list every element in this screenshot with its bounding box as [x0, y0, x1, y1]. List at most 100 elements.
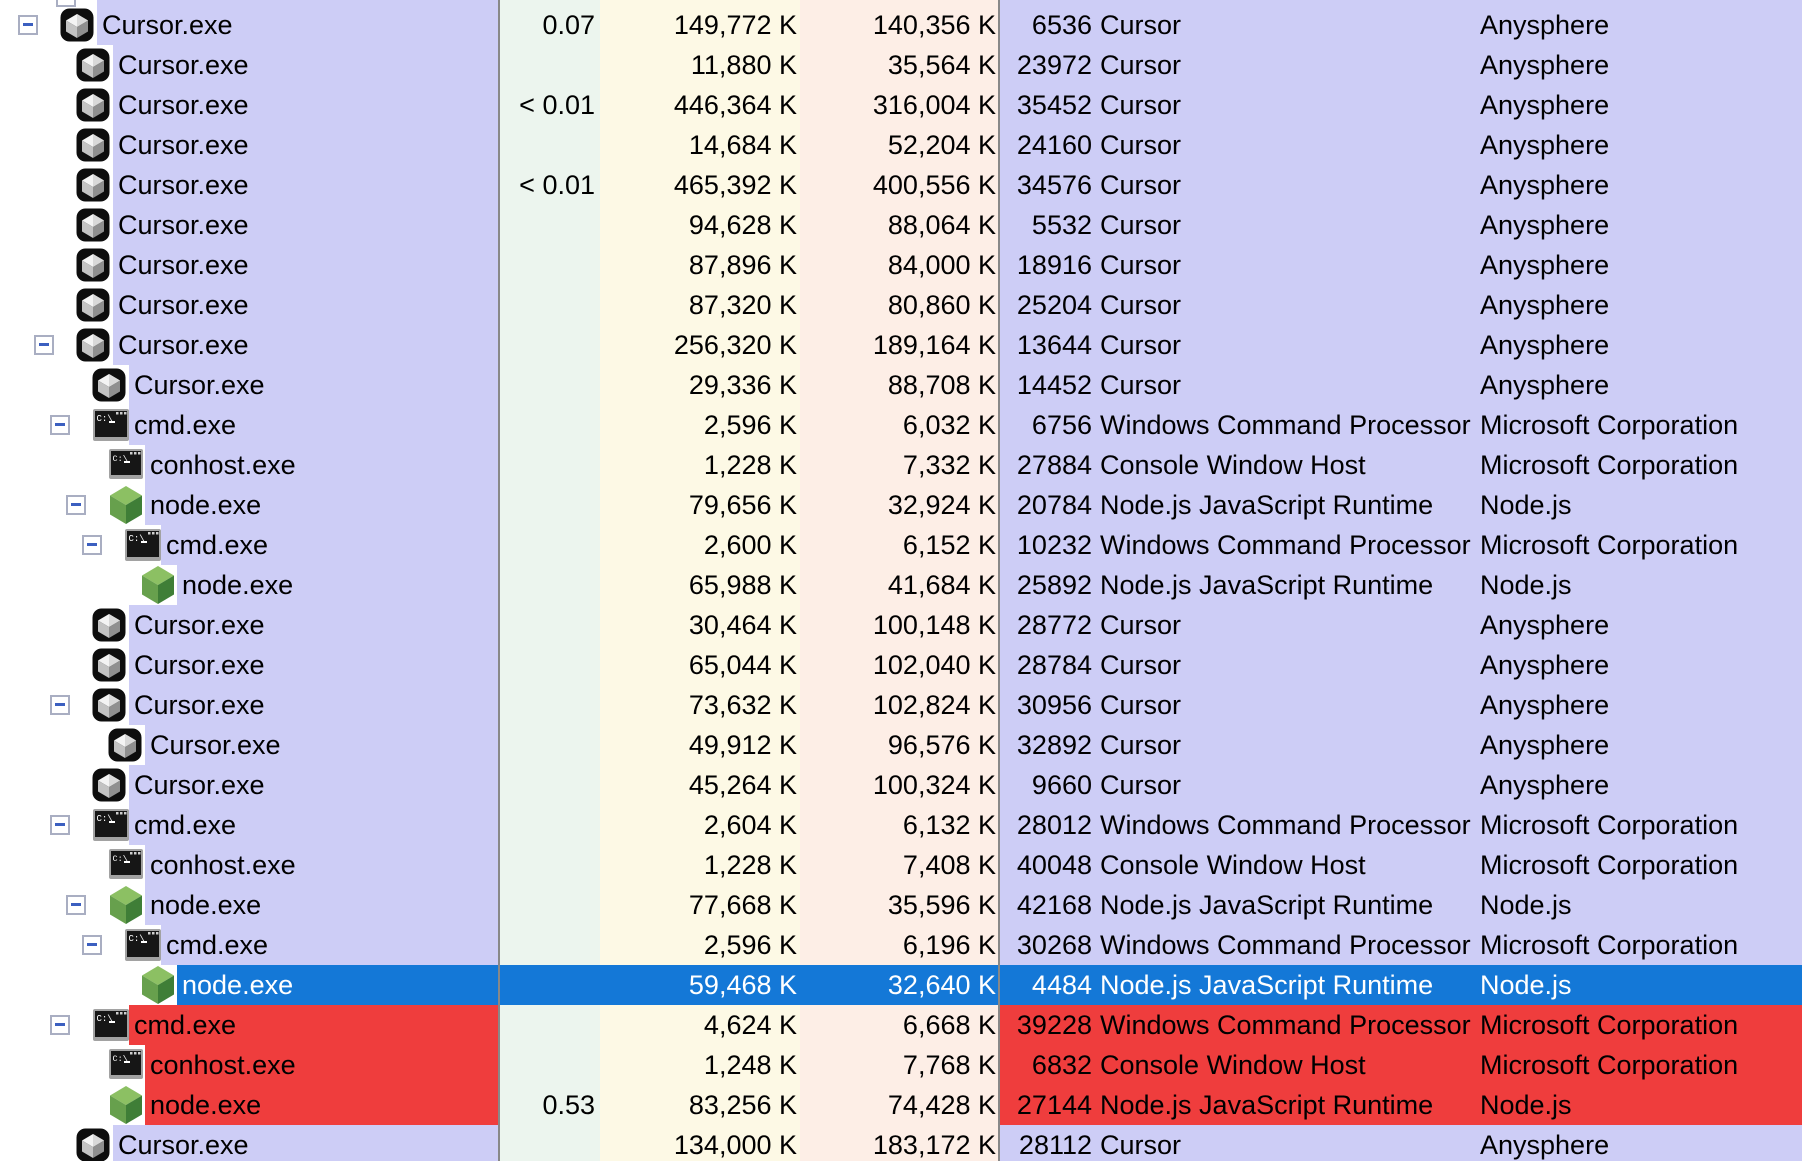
- collapse-minus-box[interactable]: [18, 15, 38, 35]
- collapse-minus-box[interactable]: [82, 535, 102, 555]
- process-row[interactable]: Cursor.exe30,464 K100,148 K28772CursorAn…: [0, 605, 1802, 645]
- pid-value: 27144: [1000, 1085, 1092, 1125]
- collapse-minus-box[interactable]: [50, 415, 70, 435]
- cursor-process-icon: [76, 208, 110, 242]
- pid-value: 23972: [1000, 45, 1092, 85]
- process-column-separator[interactable]: [498, 0, 500, 1161]
- node-process-icon: [140, 565, 176, 605]
- process-row[interactable]: C:\ cmd.exe2,604 K6,132 K28012Windows Co…: [0, 805, 1802, 845]
- working-set-value: 100,148 K: [800, 605, 996, 645]
- process-name: conhost.exe: [150, 1045, 296, 1085]
- process-row[interactable]: Cursor.exe11,880 K35,564 K23972CursorAny…: [0, 45, 1802, 85]
- working-set-value: 88,064 K: [800, 205, 996, 245]
- cursor-process-icon: [76, 168, 110, 202]
- working-set-column-separator[interactable]: [998, 0, 1000, 1161]
- pid-value: 13644: [1000, 325, 1092, 365]
- process-row[interactable]: Cursor.exe< 0.01446,364 K316,004 K35452C…: [0, 85, 1802, 125]
- process-row[interactable]: node.exe0.5383,256 K74,428 K27144Node.js…: [0, 1085, 1802, 1125]
- process-row[interactable]: Cursor.exe94,628 K88,064 K5532CursorAnys…: [0, 205, 1802, 245]
- process-row[interactable]: node.exe79,656 K32,924 K20784Node.js Jav…: [0, 485, 1802, 525]
- working-set-value: 7,408 K: [800, 845, 996, 885]
- working-set-value: 316,004 K: [800, 85, 996, 125]
- pid-value: 5532: [1000, 205, 1092, 245]
- collapse-minus-box[interactable]: [50, 695, 70, 715]
- description-text: Cursor: [1100, 645, 1181, 685]
- process-row[interactable]: C:\ conhost.exe1,228 K7,408 K40048Consol…: [0, 845, 1802, 885]
- process-row[interactable]: C:\ conhost.exe1,248 K7,768 K6832Console…: [0, 1045, 1802, 1085]
- collapse-minus-box[interactable]: [82, 935, 102, 955]
- working-set-value: 140,356 K: [800, 5, 996, 45]
- cmd-process-icon: C:\: [124, 928, 162, 962]
- collapse-minus-box[interactable]: [50, 815, 70, 835]
- collapse-minus-box[interactable]: [66, 495, 86, 515]
- description-text: Cursor: [1100, 605, 1181, 645]
- process-row[interactable]: node.exe59,468 K32,640 K4484Node.js Java…: [0, 965, 1802, 1005]
- working-set-value: 84,000 K: [800, 245, 996, 285]
- process-row[interactable]: node.exe77,668 K35,596 K42168Node.js Jav…: [0, 885, 1802, 925]
- process-row[interactable]: Cursor.exe< 0.01465,392 K400,556 K34576C…: [0, 165, 1802, 205]
- process-row[interactable]: C:\ cmd.exe4,624 K6,668 K39228Windows Co…: [0, 1005, 1802, 1045]
- process-row[interactable]: Cursor.exe87,896 K84,000 K18916CursorAny…: [0, 245, 1802, 285]
- description-text: Cursor: [1100, 125, 1181, 165]
- process-row[interactable]: Cursor.exe65,044 K102,040 K28784CursorAn…: [0, 645, 1802, 685]
- process-name: cmd.exe: [166, 925, 268, 965]
- process-name: Cursor.exe: [134, 605, 265, 645]
- process-row[interactable]: Cursor.exe49,912 K96,576 K32892CursorAny…: [0, 725, 1802, 765]
- company-name-text: Microsoft Corporation: [1480, 845, 1738, 885]
- company-name-text: Anysphere: [1480, 5, 1609, 45]
- private-bytes-value: 45,264 K: [600, 765, 797, 805]
- private-bytes-value: 465,392 K: [600, 165, 797, 205]
- pid-value: 25892: [1000, 565, 1092, 605]
- process-explorer-tree-view: Cursor.exe0.07149,772 K140,356 K6536Curs…: [0, 0, 1802, 1161]
- private-bytes-value: 77,668 K: [600, 885, 797, 925]
- description-text: Cursor: [1100, 1125, 1181, 1161]
- private-bytes-value: 94,628 K: [600, 205, 797, 245]
- cursor-process-icon: [76, 128, 110, 162]
- working-set-value: 400,556 K: [800, 165, 996, 205]
- node-process-icon: [108, 1085, 144, 1125]
- pid-value: 20784: [1000, 485, 1092, 525]
- collapse-minus-box[interactable]: [66, 895, 86, 915]
- cursor-process-icon: [92, 608, 126, 642]
- description-text: Cursor: [1100, 325, 1181, 365]
- process-row[interactable]: C:\ cmd.exe2,596 K6,196 K30268Windows Co…: [0, 925, 1802, 965]
- cursor-process-icon: [92, 368, 126, 402]
- pid-value: 27884: [1000, 445, 1092, 485]
- company-name-text: Anysphere: [1480, 1125, 1609, 1161]
- process-row[interactable]: Cursor.exe73,632 K102,824 K30956CursorAn…: [0, 685, 1802, 725]
- pid-value: 35452: [1000, 85, 1092, 125]
- process-name: node.exe: [182, 565, 293, 605]
- description-text: Cursor: [1100, 165, 1181, 205]
- process-row[interactable]: Cursor.exe45,264 K100,324 K9660CursorAny…: [0, 765, 1802, 805]
- process-row[interactable]: Cursor.exe0.07149,772 K140,356 K6536Curs…: [0, 5, 1802, 45]
- pid-value: 30956: [1000, 685, 1092, 725]
- process-row[interactable]: Cursor.exe134,000 K183,172 K28112CursorA…: [0, 1125, 1802, 1161]
- working-set-value: 100,324 K: [800, 765, 996, 805]
- private-bytes-value: 11,880 K: [600, 45, 797, 85]
- pid-value: 24160: [1000, 125, 1092, 165]
- working-set-value: 6,032 K: [800, 405, 996, 445]
- process-row[interactable]: Cursor.exe14,684 K52,204 K24160CursorAny…: [0, 125, 1802, 165]
- pid-value: 32892: [1000, 725, 1092, 765]
- private-bytes-value: 134,000 K: [600, 1125, 797, 1161]
- process-row[interactable]: Cursor.exe87,320 K80,860 K25204CursorAny…: [0, 285, 1802, 325]
- expand-collapse-box[interactable]: [56, 0, 76, 7]
- cursor-process-icon: [76, 328, 110, 362]
- process-row[interactable]: C:\ cmd.exe2,600 K6,152 K10232Windows Co…: [0, 525, 1802, 565]
- process-row[interactable]: C:\ conhost.exe1,228 K7,332 K27884Consol…: [0, 445, 1802, 485]
- private-bytes-value: 14,684 K: [600, 125, 797, 165]
- description-text: Cursor: [1100, 365, 1181, 405]
- process-name: Cursor.exe: [134, 645, 265, 685]
- company-name-text: Node.js: [1480, 885, 1572, 925]
- description-text: Node.js JavaScript Runtime: [1100, 885, 1433, 925]
- pid-value: 4484: [1000, 965, 1092, 1005]
- process-row[interactable]: C:\ cmd.exe2,596 K6,032 K6756Windows Com…: [0, 405, 1802, 445]
- process-row[interactable]: Cursor.exe256,320 K189,164 K13644CursorA…: [0, 325, 1802, 365]
- cursor-process-icon: [76, 248, 110, 282]
- process-row[interactable]: node.exe65,988 K41,684 K25892Node.js Jav…: [0, 565, 1802, 605]
- process-name: Cursor.exe: [118, 165, 249, 205]
- collapse-minus-box[interactable]: [50, 1015, 70, 1035]
- collapse-minus-box[interactable]: [34, 335, 54, 355]
- private-bytes-value: 30,464 K: [600, 605, 797, 645]
- process-row[interactable]: Cursor.exe29,336 K88,708 K14452CursorAny…: [0, 365, 1802, 405]
